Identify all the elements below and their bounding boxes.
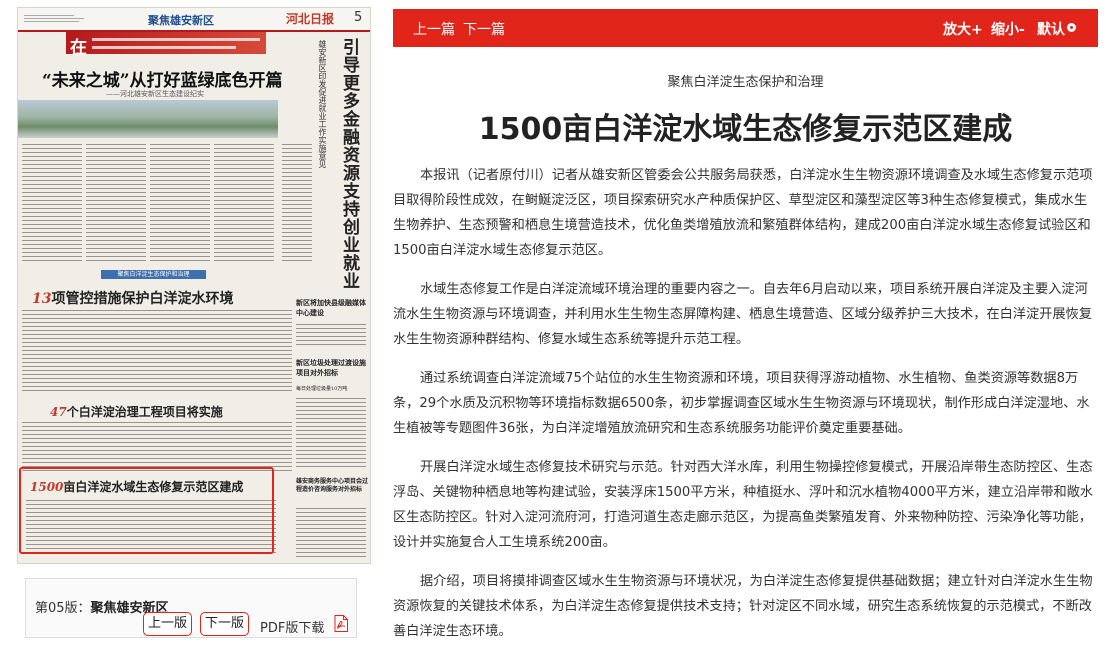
thumbnail-vertical-headline: 引导更多金融资源支持创业就业: [339, 38, 359, 290]
thumbnail-vertical-subtitle: 雄安新区印发促进就业工作实施意见: [318, 40, 327, 168]
thumbnail-side-headline: 雄安商务服务中心项目会过程造价咨询服务对外招标: [296, 478, 369, 493]
article-kicker: 聚焦白洋淀生态保护和治理: [667, 75, 824, 90]
thumbnail-text-column: [282, 144, 312, 264]
article-paragraph: 本报讯（记者原付川）记者从雄安新区管委会公共服务局获悉，白洋淀水生生物资源环境调…: [393, 168, 1093, 258]
thumbnail-text-column: [150, 144, 210, 264]
prev-page-button[interactable]: 上一版: [143, 612, 193, 636]
thumbnail-text-block: [296, 398, 366, 468]
prev-article-link[interactable]: 上一篇: [413, 19, 455, 39]
thumbnail-topic-label: 聚焦白洋淀生态保护和治理: [101, 270, 206, 279]
edition-info-box: 第05版：聚焦雄安新区 上一版 下一版 PDF版下载: [25, 578, 357, 638]
thumbnail-banner: 在: [66, 32, 266, 58]
selected-article-highlight[interactable]: [19, 467, 274, 554]
next-article-link[interactable]: 下一篇: [463, 19, 505, 39]
article-toolbar: 上一篇 下一篇 放大+ 缩小- 默认: [393, 9, 1098, 47]
next-page-button[interactable]: 下一版: [200, 612, 250, 636]
thumbnail-text-column: [22, 144, 82, 264]
thumbnail-text-block: [22, 310, 292, 394]
zoom-out-button[interactable]: 缩小-: [991, 19, 1025, 39]
zoom-in-button[interactable]: 放大+: [943, 19, 983, 39]
article-paragraph: 通过系统调查白洋淀流域75个站位的水生生物资源和环境，项目获得浮游动植物、水生植…: [393, 371, 1090, 436]
pdf-download-link[interactable]: PDF版下载: [260, 617, 324, 636]
article-body: 本报讯（记者原付川）记者从雄安新区管委会公共服务局获悉，白洋淀水生生物资源环境调…: [393, 163, 1098, 658]
edition-number: 第05版：: [35, 601, 91, 616]
reset-zoom-button[interactable]: 默认: [1037, 19, 1065, 39]
thumbnail-text-block: [296, 324, 366, 348]
thumbnail-lead-subtitle: ——河北雄安新区生态建设纪实: [106, 90, 204, 98]
pdf-file-icon[interactable]: [334, 615, 348, 632]
thumbnail-text-column: [86, 144, 146, 264]
thumbnail-photo: [18, 100, 278, 138]
thumbnail-masthead: 聚焦雄安新区 河北日报 5: [18, 8, 370, 32]
thumbnail-side-headline: 新区将加快县级融媒体中心建设: [296, 298, 366, 317]
thumbnail-side-subtitle: 每日处理垃圾量10万吨: [296, 386, 348, 392]
thumbnail-text-block: [296, 508, 366, 558]
thumbnail-text-column: [214, 144, 274, 264]
article-paragraph: 水域生态修复工作是白洋淀流域环境治理的重要内容之一。自去年6月启动以来，项目系统…: [393, 282, 1092, 347]
thumbnail-item-headline: 47个白洋淀治理工程项目将实施: [50, 405, 223, 419]
thumbnail-item-headline: 13项管控措施保护白洋淀水环境: [32, 291, 234, 307]
thumbnail-banner-char: 在: [70, 38, 87, 58]
reset-circle-icon[interactable]: [1067, 23, 1076, 32]
article-title: 1500亩白洋淀水域生态修复示范区建成: [478, 112, 1013, 147]
thumbnail-side-headline: 新区垃圾处理过渡设施项目对外招标: [296, 358, 366, 377]
thumbnail-section-title: 聚焦雄安新区: [148, 14, 214, 27]
thumbnail-date-lines: [24, 13, 104, 24]
thumbnail-page-number: 5: [354, 10, 363, 25]
article-paragraph: 开展白洋淀水域生态修复技术研究与示范。针对西大洋水库，利用生物操控修复模式，开展…: [393, 460, 1094, 550]
thumbnail-text-block: [22, 422, 292, 472]
page-thumbnail-panel: 聚焦雄安新区 河北日报 5 在 “未来之城”从打好蓝绿底色开篇 ——河北雄安新区…: [0, 0, 385, 661]
article-paragraph: 据介绍，项目将摸排调查区域水生生物资源与环境状况，为白洋淀生态修复提供基础数据；…: [393, 574, 1093, 639]
thumbnail-logo: 河北日报: [286, 12, 335, 26]
thumbnail-lead-headline: “未来之城”从打好蓝绿底色开篇: [42, 71, 283, 91]
